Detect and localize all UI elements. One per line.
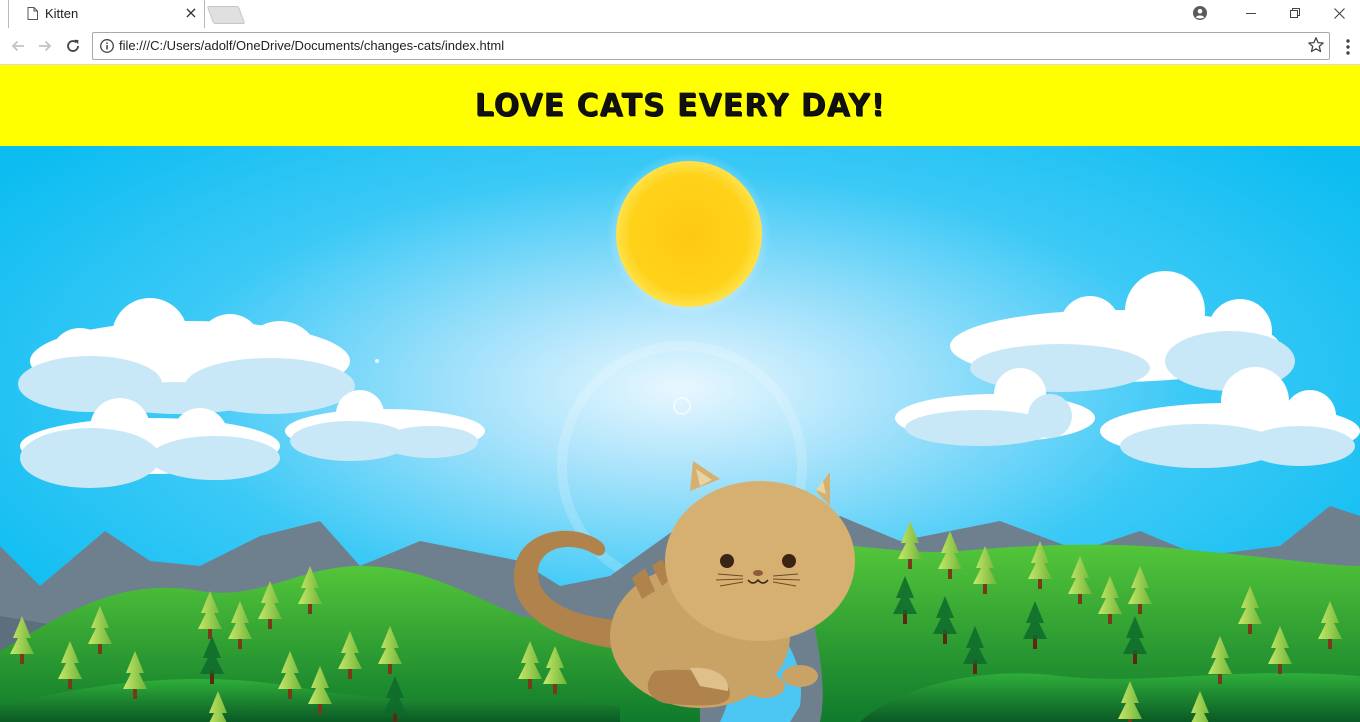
close-icon: [1333, 7, 1345, 19]
cat-scene-illustration: [0, 146, 1360, 722]
kebab-menu-icon: [1346, 39, 1350, 55]
star-icon[interactable]: [1307, 36, 1325, 54]
profile-icon: [1193, 6, 1207, 20]
sun: [607, 152, 771, 316]
browser-menu-button[interactable]: [1338, 36, 1358, 58]
minimize-button[interactable]: [1228, 0, 1274, 26]
tab-title: Kitten: [45, 6, 79, 21]
new-tab-button[interactable]: [206, 6, 246, 24]
minimize-icon: [1246, 13, 1256, 14]
url-input[interactable]: [119, 33, 1289, 57]
forward-button[interactable]: [33, 34, 57, 58]
tab-close-button[interactable]: ×: [183, 4, 199, 22]
restore-icon: [1290, 8, 1300, 18]
info-icon[interactable]: [99, 38, 115, 54]
page-heading: Love cats every day!: [474, 87, 886, 124]
browser-toolbar: [0, 28, 1360, 65]
reload-icon: [67, 39, 79, 52]
address-bar[interactable]: [92, 32, 1330, 60]
browser-tab[interactable]: Kitten ×: [8, 0, 205, 28]
page-icon: [27, 7, 38, 20]
arrow-left-icon: [11, 40, 24, 52]
close-window-button[interactable]: [1316, 0, 1360, 26]
browser-titlebar: Kitten ×: [0, 0, 1360, 29]
page-content: Love cats every day!: [0, 65, 1360, 722]
restore-button[interactable]: [1272, 0, 1318, 26]
back-button[interactable]: [6, 34, 30, 58]
reload-button[interactable]: [61, 34, 85, 58]
heading-banner: Love cats every day!: [0, 65, 1360, 146]
profile-button[interactable]: [1178, 0, 1222, 26]
arrow-right-icon: [39, 40, 52, 52]
scene-svg: [0, 146, 1360, 722]
